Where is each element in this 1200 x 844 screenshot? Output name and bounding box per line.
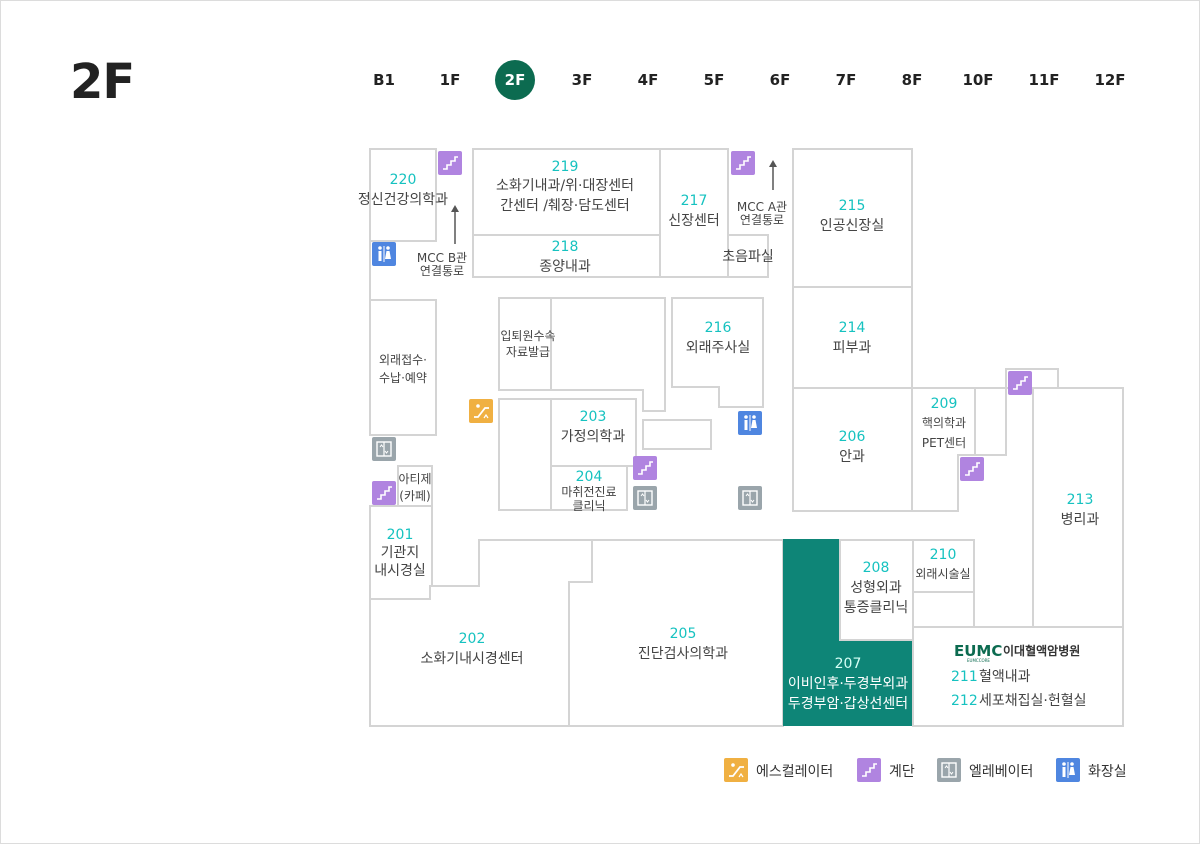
room-small (642, 419, 712, 450)
room-213-name: 병리과 (1061, 512, 1100, 528)
room-220-name: 정신건강의학과 (358, 192, 448, 208)
stairs-icon[interactable] (632, 455, 658, 481)
room-217-number: 217 (681, 193, 708, 209)
admission-line2: 자료발급 (506, 345, 550, 359)
legend-escalator-icon (723, 757, 749, 783)
room-212-number: 212 (951, 693, 978, 709)
arrow-mcc-a-head (769, 160, 777, 167)
room-218-name: 종양내과 (539, 259, 591, 275)
room-201-name-line2: 내시경실 (374, 563, 426, 579)
mcc-a-label-line2: 연결통로 (740, 213, 784, 227)
legend-elevator-icon (936, 757, 962, 783)
admission-line1: 입퇴원수속 (500, 329, 555, 343)
stairs-icon[interactable] (1007, 370, 1033, 396)
floor-plan-map: 220 정신건강의학과 219 소화기내과/위·대장센터 간센터 /췌장·담도센… (358, 148, 1124, 783)
room-203-annex (498, 398, 552, 511)
room-203-number: 203 (580, 409, 607, 425)
room-207-number: 207 (835, 656, 862, 672)
room-admission[interactable] (498, 297, 552, 391)
room-219-number: 219 (552, 159, 579, 175)
eumc-logo-subtext: EUMCCORE (967, 658, 990, 663)
legend-restroom-icon (1055, 757, 1081, 783)
room-214-name: 피부과 (833, 340, 872, 356)
legend-elevator-label: 엘레베이터 (969, 764, 1034, 780)
outpatient-line2: 수납·예약 (379, 370, 427, 385)
mcc-a-label-line1: MCC A관 (737, 200, 787, 214)
room-204-name-line1: 마취전진료 (561, 485, 616, 499)
room-211-number: 211 (951, 669, 978, 685)
room-207-name-line1: 이비인후·두경부외과 (788, 676, 908, 692)
room-214[interactable] (792, 286, 913, 389)
room-208-name-line1: 성형외과 (850, 580, 902, 596)
room-215-number: 215 (839, 198, 866, 214)
room-206-name: 안과 (839, 449, 865, 465)
room-201-name-line1: 기관지 (381, 545, 420, 561)
room-214-number: 214 (839, 320, 866, 336)
room-209-name-line1: 핵의학과 (922, 416, 966, 430)
room-202-number: 202 (459, 631, 486, 647)
mcc-b-label-line2: 연결통로 (420, 264, 464, 278)
outpatient-line1: 외래접수· (379, 353, 427, 367)
legend-stairs-label: 계단 (889, 764, 915, 780)
room-202-name: 소화기내시경센터 (420, 651, 523, 667)
room-211-name: 혈액내과 (979, 669, 1031, 685)
room-215-name: 인공신장실 (820, 218, 884, 234)
room-admission-annex (550, 297, 666, 412)
room-216-number: 216 (705, 320, 732, 336)
mcc-b-label-line1: MCC B관 (417, 251, 467, 265)
room-212-name: 세포채집실·헌혈실 (979, 693, 1087, 709)
cafe-line2: (카페) (399, 489, 430, 503)
room-204-number: 204 (576, 469, 603, 485)
elevator-icon[interactable] (632, 485, 658, 511)
room-205-number: 205 (670, 626, 697, 642)
room-216-name: 외래주사실 (686, 340, 750, 356)
room-220-number: 220 (390, 172, 417, 188)
elevator-icon[interactable] (371, 436, 397, 462)
eumc-brand: 이대혈액암병원 (1003, 643, 1080, 658)
room-210-name: 외래시술실 (915, 567, 970, 581)
stairs-icon[interactable] (437, 150, 463, 176)
room-209-name-line2: PET센터 (922, 436, 966, 450)
stairs-icon[interactable] (730, 150, 756, 176)
cafe-line1: 아티제 (398, 472, 431, 486)
room-210-number: 210 (930, 547, 957, 563)
room-echo-name: 초음파실 (722, 249, 774, 265)
legend-restroom-label: 화장실 (1088, 764, 1127, 780)
corridor-210 (973, 540, 1033, 628)
room-209-number: 209 (931, 396, 958, 412)
room-205-name: 진단검사의학과 (638, 646, 728, 662)
restroom-icon[interactable] (371, 241, 397, 267)
room-208-number: 208 (863, 560, 890, 576)
room-outpatient[interactable] (369, 299, 437, 436)
stairs-icon[interactable] (959, 456, 985, 482)
legend-escalator-label: 에스컬레이터 (756, 764, 834, 780)
room-219-name-line1: 소화기내과/위·대장센터 (496, 178, 634, 194)
room-201-number: 201 (387, 527, 414, 543)
room-206-number: 206 (839, 429, 866, 445)
room-207-name-line2: 두경부암·갑상선센터 (788, 696, 908, 712)
stairs-icon[interactable] (371, 480, 397, 506)
room-204-name-line2: 클리닉 (572, 499, 605, 513)
restroom-icon[interactable] (737, 410, 763, 436)
room-208-name-line2: 통증클리닉 (844, 600, 908, 616)
legend-stairs-icon (856, 757, 882, 783)
elevator-icon[interactable] (737, 485, 763, 511)
room-219-name-line2: 간센터 /췌장·담도센터 (500, 198, 630, 214)
room-213-number: 213 (1067, 492, 1094, 508)
room-217-name: 신장센터 (668, 213, 720, 229)
room-203-name: 가정의학과 (561, 429, 626, 445)
corridor-209 (974, 387, 1007, 456)
arrow-mcc-b-head (451, 205, 459, 212)
room-218-number: 218 (552, 239, 579, 255)
escalator-icon[interactable] (468, 398, 494, 424)
